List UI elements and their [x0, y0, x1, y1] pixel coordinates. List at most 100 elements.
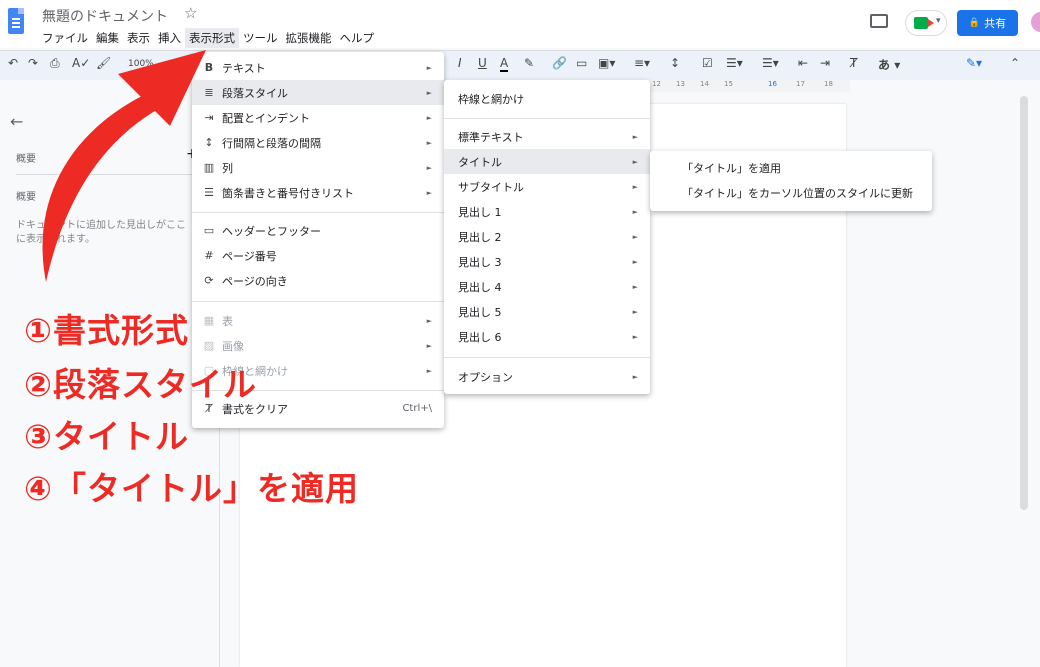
para-item-heading-6[interactable]: 見出し 6 ►	[444, 324, 650, 349]
menu-bar: ファイル 編集 表示 挿入 表示形式 ツール 拡張機能 ヘルプ	[38, 28, 378, 48]
format-item-label: 画像	[222, 339, 244, 353]
paragraph-style-submenu: 枠線と網かけ 標準テキスト ► タイトル ► サブタイトル ► 見出し 1 ► …	[444, 80, 650, 394]
menu-file[interactable]: ファイル	[38, 28, 92, 48]
submenu-arrow-icon: ►	[426, 63, 432, 72]
annotation-step-1: ①書式形式	[24, 311, 189, 350]
scrollbar[interactable]	[1020, 96, 1028, 510]
header-icon: ▭	[203, 224, 215, 237]
submenu-arrow-icon: ►	[426, 88, 432, 97]
title-item-update[interactable]: 「タイトル」をカーソル位置のスタイルに更新	[650, 180, 932, 205]
submenu-arrow-icon: ►	[426, 188, 432, 197]
para-item-label: 見出し 5	[458, 305, 502, 319]
decrease-indent-icon[interactable]: ⇤	[798, 56, 808, 70]
menu-separator	[444, 357, 650, 358]
menu-edit[interactable]: 編集	[92, 28, 123, 48]
link-icon[interactable]: 🔗	[552, 56, 567, 70]
editing-mode-icon[interactable]: ✎▾	[966, 56, 982, 70]
increase-indent-icon[interactable]: ⇥	[820, 56, 830, 70]
account-avatar[interactable]	[1031, 12, 1040, 32]
meet-button[interactable]: ▾	[905, 10, 947, 36]
annotation-step-3: ③タイトル	[24, 417, 189, 456]
menu-help[interactable]: ヘルプ	[336, 28, 379, 48]
submenu-arrow-icon: ►	[426, 316, 432, 325]
format-item-align-indent[interactable]: ⇥ 配置とインデント ►	[192, 105, 444, 130]
docs-logo-icon[interactable]	[8, 8, 24, 34]
format-item-columns[interactable]: ▥ 列 ►	[192, 155, 444, 180]
undo-icon[interactable]: ↶	[8, 56, 18, 70]
format-item-paragraph-style[interactable]: ≣ 段落スタイル ►	[192, 80, 444, 105]
menu-tools[interactable]: ツール	[239, 28, 282, 48]
line-spacing-icon[interactable]: ↕	[670, 56, 680, 70]
submenu-arrow-icon: ►	[632, 282, 638, 291]
comment-history-icon[interactable]	[870, 14, 888, 28]
menu-view[interactable]: 表示	[123, 28, 154, 48]
meet-camera-icon	[914, 17, 934, 29]
paragraph-icon: ≣	[204, 86, 214, 99]
star-icon[interactable]: ☆	[184, 4, 197, 22]
format-item-header-footer[interactable]: ▭ ヘッダーとフッター	[192, 218, 444, 243]
para-item-normal[interactable]: 標準テキスト ►	[444, 124, 650, 149]
numbered-list-icon[interactable]: ☰▾	[762, 56, 779, 70]
annotation-step-4: ④「タイトル」を適用	[24, 469, 359, 508]
hash-icon: #	[204, 249, 214, 262]
para-item-borders[interactable]: 枠線と網かけ	[444, 86, 650, 111]
spellcheck-icon[interactable]: A✓	[72, 56, 90, 70]
divider	[16, 174, 206, 175]
comment-icon[interactable]: ▭	[576, 56, 587, 70]
para-item-subtitle[interactable]: サブタイトル ►	[444, 174, 650, 199]
bulleted-list-icon[interactable]: ☰▾	[726, 56, 743, 70]
para-item-heading-3[interactable]: 見出し 3 ►	[444, 249, 650, 274]
clear-formatting-icon[interactable]: Ⱦ	[850, 56, 857, 70]
table-icon: ▦	[203, 314, 215, 327]
title-item-label: 「タイトル」を適用	[682, 161, 781, 175]
share-button[interactable]: 🔒 共有	[957, 10, 1018, 36]
chevron-down-icon: ▾	[936, 16, 941, 26]
para-item-title[interactable]: タイトル ►	[444, 149, 650, 174]
para-item-heading-2[interactable]: 見出し 2 ►	[444, 224, 650, 249]
insert-image-icon[interactable]: ▣▾	[598, 56, 615, 70]
ruler-tick: 12	[652, 80, 661, 88]
ruler-tick: 15	[724, 80, 733, 88]
redo-icon[interactable]: ↷	[28, 56, 38, 70]
submenu-arrow-icon: ►	[426, 341, 432, 350]
menu-separator	[444, 118, 650, 119]
align-icon[interactable]: ≡▾	[634, 56, 650, 70]
columns-icon: ▥	[203, 161, 215, 174]
title-item-apply[interactable]: 「タイトル」を適用	[650, 155, 932, 180]
submenu-arrow-icon: ►	[632, 332, 638, 341]
toolbar: ↶ ↷ ⎙ A✓ 🖌 100% I U A ✎ 🔗 ▭ ▣▾ ≡▾ ↕ ☑ ☰▾…	[0, 50, 1040, 80]
format-item-text[interactable]: B テキスト ►	[192, 55, 444, 80]
checklist-icon[interactable]: ☑	[702, 56, 713, 70]
highlight-icon[interactable]: ✎	[524, 56, 534, 70]
ruler-tick: 14	[700, 80, 709, 88]
format-item-line-spacing[interactable]: ↕ 行間隔と段落の間隔 ►	[192, 130, 444, 155]
menu-format[interactable]: 表示形式	[185, 28, 239, 48]
chevron-up-icon[interactable]: ⌃	[1010, 56, 1020, 70]
print-icon[interactable]: ⎙	[50, 56, 60, 71]
submenu-arrow-icon: ►	[632, 257, 638, 266]
outline-hint: に表示されます。	[16, 234, 95, 245]
menu-insert[interactable]: 挿入	[154, 28, 185, 48]
menu-separator	[192, 301, 444, 302]
format-item-lists[interactable]: ☰ 箇条書きと番号付きリスト ►	[192, 180, 444, 205]
para-item-heading-1[interactable]: 見出し 1 ►	[444, 199, 650, 224]
document-title[interactable]: 無題のドキュメント	[42, 6, 168, 26]
para-item-heading-5[interactable]: 見出し 5 ►	[444, 299, 650, 324]
para-item-label: タイトル	[458, 155, 502, 169]
para-item-options[interactable]: オプション ►	[444, 364, 650, 389]
underline-icon[interactable]: U	[478, 56, 487, 70]
format-item-page-number[interactable]: # ページ番号	[192, 243, 444, 268]
line-spacing-icon: ↕	[204, 136, 214, 149]
text-color-icon[interactable]: A	[500, 56, 509, 72]
italic-icon[interactable]: I	[458, 56, 462, 70]
para-item-heading-4[interactable]: 見出し 4 ►	[444, 274, 650, 299]
paint-format-icon[interactable]: 🖌	[96, 56, 111, 70]
input-tools-button[interactable]: あ ▾	[878, 56, 900, 73]
arrow-left-icon[interactable]: ←	[10, 112, 23, 131]
ruler-tick: 18	[824, 80, 833, 88]
outline-section-title: 概要	[16, 192, 36, 203]
para-item-label: 見出し 1	[458, 205, 502, 219]
zoom-select[interactable]: 100%	[128, 59, 154, 69]
menu-extensions[interactable]: 拡張機能	[282, 28, 336, 48]
format-item-orientation[interactable]: ⟳ ページの向き	[192, 268, 444, 293]
